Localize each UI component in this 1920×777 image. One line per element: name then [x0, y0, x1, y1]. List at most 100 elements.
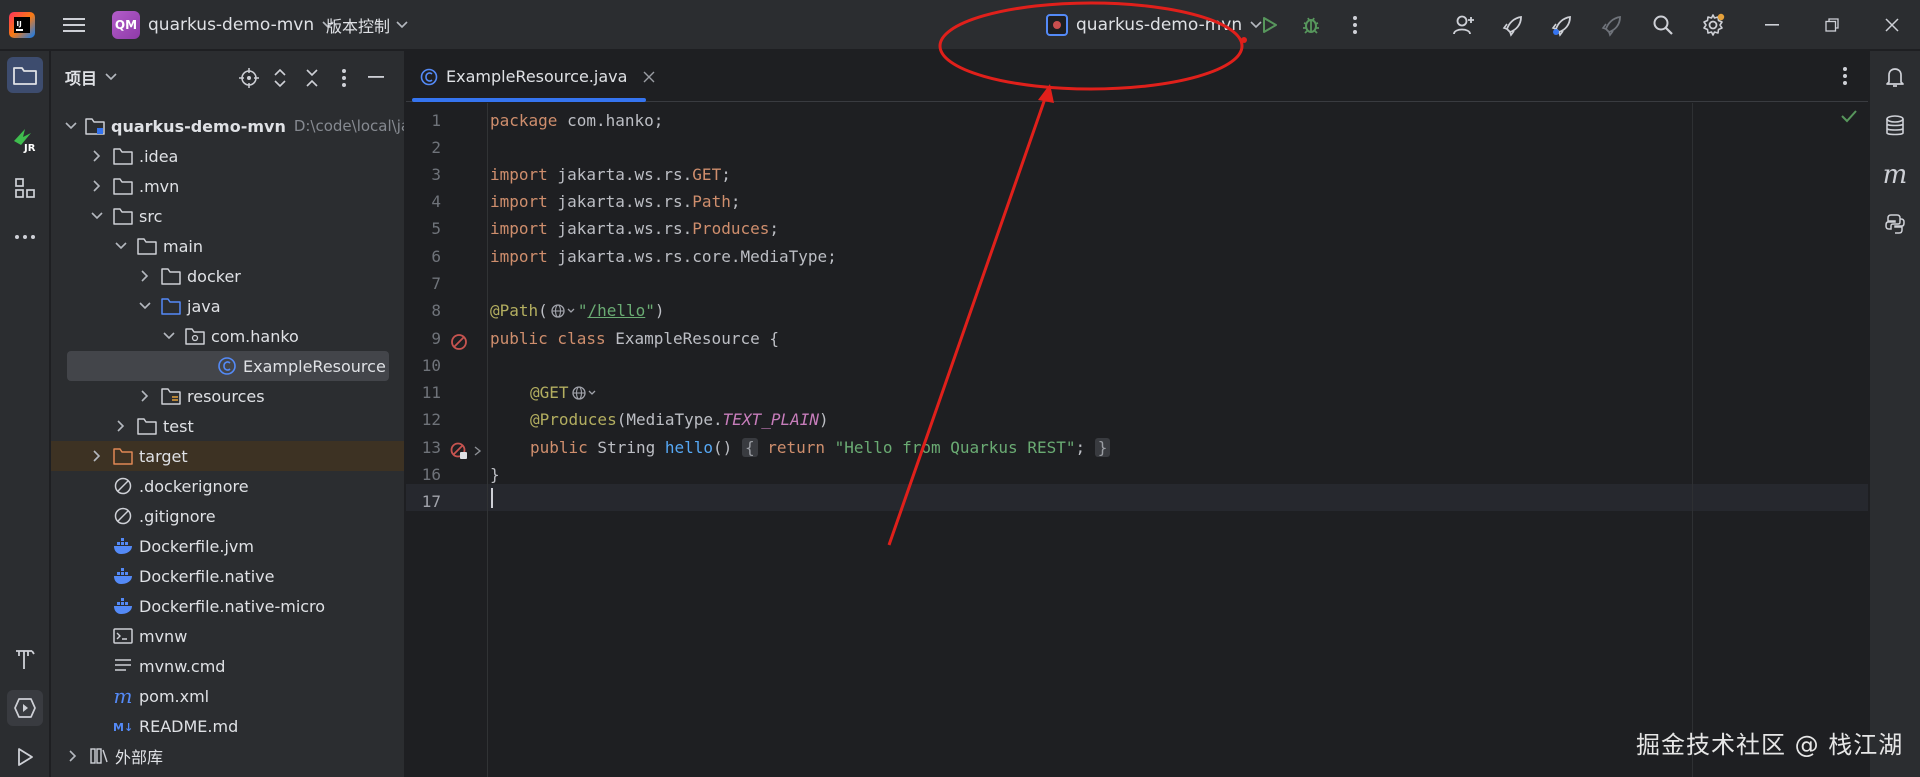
chevron-right-icon[interactable] [89, 178, 105, 194]
search-icon[interactable] [1645, 7, 1681, 43]
tree-item-mvn[interactable]: .mvn [51, 171, 404, 201]
restore-window-icon[interactable] [1812, 7, 1852, 43]
more-tool-windows-icon[interactable] [7, 219, 43, 255]
project-tool-icon[interactable] [7, 57, 43, 93]
more-actions-icon[interactable] [1337, 7, 1373, 43]
tree-item-root[interactable]: quarkus-demo-mvn D:\code\local\java [51, 111, 404, 141]
globe-icon[interactable] [571, 385, 597, 401]
chevron-down-icon[interactable] [137, 298, 153, 314]
line-number: 5 [431, 219, 441, 238]
tree-item-resources[interactable]: resources [51, 381, 404, 411]
tree-item-package[interactable]: com.hanko [51, 321, 404, 351]
markdown-icon: M↓ [113, 716, 133, 736]
globe-icon[interactable] [550, 303, 576, 319]
project-view-selector[interactable]: 项目 [65, 65, 117, 89]
chevron-right-icon[interactable] [137, 388, 153, 404]
watermark-text: 掘金技术社区 @ 栈江湖 [1636, 731, 1904, 759]
chevron-down-icon[interactable] [89, 208, 105, 224]
tree-item-dockerfile-jvm[interactable]: Dockerfile.jvm [51, 531, 404, 561]
module-folder-icon [85, 116, 105, 136]
maven-icon[interactable]: m [1877, 157, 1913, 193]
tree-item-dockerfile-native-micro[interactable]: Dockerfile.native-micro [51, 591, 404, 621]
options-icon[interactable] [331, 65, 357, 91]
tree-item-mvnw[interactable]: mvnw [51, 621, 404, 651]
folder-icon [137, 416, 157, 436]
build-hammer-icon[interactable] [7, 641, 43, 677]
collapse-all-icon[interactable] [299, 65, 325, 91]
tab-example-resource[interactable]: ExampleResource.java [406, 51, 655, 102]
chevron-down-icon[interactable] [161, 328, 177, 344]
close-tab-icon[interactable] [643, 71, 655, 83]
run-configuration-selector[interactable]: quarkus-demo-mvn [1038, 8, 1270, 42]
vcs-menu[interactable]: 版本控制 [320, 9, 414, 41]
debug-button[interactable] [1293, 7, 1329, 43]
keyword: import [490, 165, 548, 184]
chevron-right-icon[interactable] [113, 418, 129, 434]
keyword: package [490, 111, 558, 130]
add-user-icon[interactable] [1446, 7, 1482, 43]
import-class: Produces [692, 219, 770, 238]
python-console-icon[interactable] [1877, 206, 1913, 242]
locate-file-icon[interactable] [236, 65, 262, 91]
code-line: import jakarta.ws.rs.Path; [490, 188, 740, 215]
chevron-right-icon[interactable] [137, 268, 153, 284]
chevron-right-icon[interactable] [65, 748, 81, 764]
tree-item-external-libraries[interactable]: 外部库 [51, 741, 404, 771]
chevron-down-icon[interactable] [113, 238, 129, 254]
settings-gear-icon[interactable] [1695, 7, 1731, 43]
editor-area[interactable]: ExampleResource.java 1 2 3 4 5 6 7 8 9 1… [406, 51, 1868, 777]
hide-panel-icon[interactable] [363, 65, 389, 91]
deploy-rocket-icon[interactable] [1594, 7, 1630, 43]
structure-icon[interactable] [7, 170, 43, 206]
tree-item-gitignore[interactable]: .gitignore [51, 501, 404, 531]
services-icon[interactable] [7, 690, 43, 726]
line-number: 4 [431, 192, 441, 211]
deploy-rocket-icon[interactable] [1495, 7, 1531, 43]
tree-item-docker[interactable]: docker [51, 261, 404, 291]
code-text: ) [654, 301, 665, 320]
expand-all-icon[interactable] [267, 65, 293, 91]
project-switcher[interactable]: QM quarkus-demo-mvn [106, 9, 340, 41]
no-run-gutter-icon[interactable] [450, 333, 468, 351]
chevron-right-icon[interactable] [89, 148, 105, 164]
tree-item-label: target [139, 446, 188, 466]
tree-item-idea[interactable]: .idea [51, 141, 404, 171]
database-icon[interactable] [1877, 108, 1913, 144]
run-tool-icon[interactable] [7, 739, 43, 775]
run-button[interactable] [1251, 7, 1287, 43]
deploy-rocket-icon[interactable] [1544, 7, 1580, 43]
tree-item-dockerignore[interactable]: .dockerignore [51, 471, 404, 501]
tree-item-readme[interactable]: M↓ README.md [51, 711, 404, 741]
tree-item-mvnw-cmd[interactable]: mvnw.cmd [51, 651, 404, 681]
tree-item-example-resource[interactable]: ExampleResource [67, 351, 389, 381]
intellij-logo-icon[interactable]: IJ [8, 11, 36, 39]
code-text: ; [730, 192, 741, 211]
tree-item-label: test [163, 416, 194, 436]
tree-item-src[interactable]: src [51, 201, 404, 231]
chevron-down-icon[interactable] [65, 118, 77, 134]
notifications-bell-icon[interactable] [1877, 59, 1913, 95]
tree-item-label: main [163, 236, 203, 256]
endpoint-gutter-icon[interactable] [450, 442, 468, 460]
close-window-icon[interactable] [1872, 7, 1912, 43]
url-link[interactable]: /hello [587, 301, 645, 320]
text-file-icon [113, 656, 133, 676]
tree-item-dockerfile-native[interactable]: Dockerfile.native [51, 561, 404, 591]
tree-item-test[interactable]: test [51, 411, 404, 441]
minimize-window-icon[interactable] [1752, 7, 1792, 43]
line-number: 9 [431, 329, 441, 348]
java-class-icon [217, 356, 237, 376]
folded-brace[interactable]: } [1094, 438, 1111, 457]
tree-item-pom[interactable]: m pom.xml [51, 681, 404, 711]
line-number-gutter[interactable]: 1 2 3 4 5 6 7 8 9 10 11 12 13 16 17 [406, 103, 488, 777]
jrebel-icon[interactable]: JR [7, 121, 43, 157]
tree-item-target[interactable]: target [51, 441, 404, 471]
chevron-right-icon[interactable] [474, 446, 482, 456]
tree-item-java[interactable]: java [51, 291, 404, 321]
main-menu-icon[interactable] [56, 7, 92, 43]
folded-brace[interactable]: { [741, 438, 758, 457]
chevron-right-icon[interactable] [89, 448, 105, 464]
tab-options-icon[interactable] [1832, 63, 1858, 89]
tree-item-main[interactable]: main [51, 231, 404, 261]
check-icon[interactable] [1840, 109, 1858, 123]
